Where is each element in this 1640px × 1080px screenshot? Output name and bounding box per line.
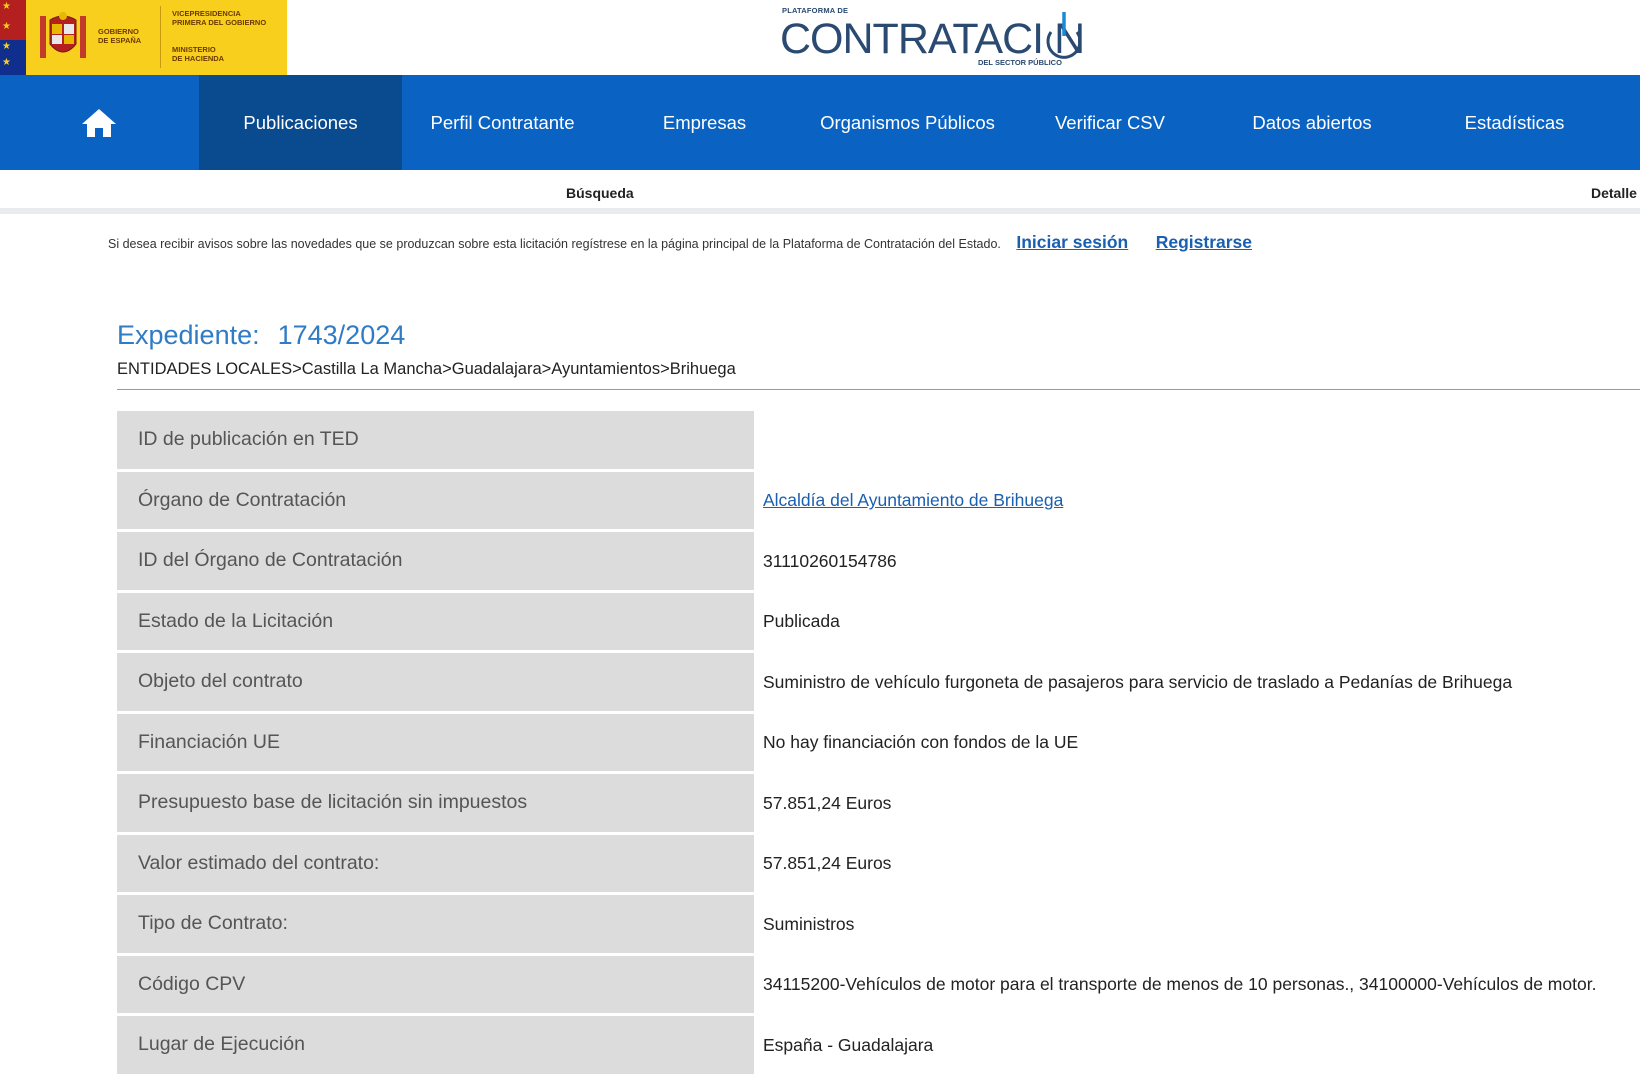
nav-empresas[interactable]: Empresas [603,75,806,170]
row-value: 57.851,24 Euros [763,792,892,813]
details-table: ID de publicación en TED Órgano de Contr… [117,411,1640,1077]
table-row: Presupuesto base de licitación sin impue… [117,774,1640,835]
table-row: Financiación UE No hay financiación con … [117,713,1640,775]
row-value: Suministro de vehículo furgoneta de pasa… [763,671,1513,692]
breadcrumb: ENTIDADES LOCALES>Castilla La Mancha>Gua… [117,360,736,378]
table-row: Lugar de Ejecución España - Guadalajara [117,1016,1640,1077]
home-button[interactable] [0,75,198,170]
expediente-number: 1743/2024 [277,320,406,350]
row-value: Publicada [763,611,840,632]
brand-main-text: CONTRATACI N [780,15,1085,63]
min-line-2: de Hacienda [172,53,225,63]
subnav-detalle[interactable]: Detalle [1591,185,1637,201]
table-row: Tipo de Contrato: Suministros [117,895,1640,956]
logo-separator [160,6,161,68]
home-icon [82,108,116,137]
brand-top-text: PLATAFORMA DE [782,6,849,15]
brand-sub-text: DEL SECTOR PÚBLICO [978,58,1062,67]
row-value: España - Guadalajara [763,1034,934,1055]
page-title: Expediente: 1743/2024 [117,320,405,351]
row-label: Código CPV [117,955,754,1013]
table-row: Objeto del contrato Suministro de vehícu… [117,653,1640,714]
table-row: Código CPV 34115200-Vehículos de motor p… [117,955,1640,1017]
government-logo[interactable]: ★ ★ ★ ★ Gobierno de España Vicepresidenc… [0,0,287,75]
row-label: Presupuesto base de licitación sin impue… [117,774,754,832]
coat-of-arms-icon [40,12,86,58]
table-row: ID de publicación en TED [117,411,1640,472]
subnav-busqueda[interactable]: Búsqueda [566,185,634,201]
vice-line-2: Primera del Gobierno [172,17,267,27]
row-label: ID de publicación en TED [117,411,754,469]
login-link[interactable]: Iniciar sesión [1016,232,1128,252]
nav-verificar-csv[interactable]: Verificar CSV [1009,75,1211,170]
gov-line-2: de España [98,35,142,45]
row-value: 34115200-Vehículos de motor para el tran… [763,974,1597,995]
row-label: Lugar de Ejecución [117,1016,754,1074]
notice-bar: Si desea recibir avisos sobre las noveda… [108,232,1252,253]
sub-nav: Búsqueda Detalle [0,170,1640,214]
row-value: 31110260154786 [763,550,897,571]
row-label: Estado de la Licitación [117,592,754,650]
table-row: Valor estimado del contrato: 57.851,24 E… [117,834,1640,896]
table-row: Órgano de Contratación Alcaldía del Ayun… [117,471,1640,533]
nav-publicaciones[interactable]: Publicaciones [199,75,402,170]
nav-datos-abiertos[interactable]: Datos abiertos [1211,75,1413,170]
row-label: Tipo de Contrato: [117,895,754,953]
main-nav: Publicaciones Perfil Contratante Empresa… [0,75,1640,170]
notice-text: Si desea recibir avisos sobre las noveda… [108,237,1001,251]
row-value: Suministros [763,913,855,934]
nav-organismos-publicos[interactable]: Organismos Públicos [806,75,1009,170]
table-row: Estado de la Licitación Publicada [117,592,1640,654]
row-value: Alcaldía del Ayuntamiento de Brihuega [763,472,1640,530]
row-label: Financiación UE [117,713,754,771]
row-value: No hay financiación con fondos de la UE [763,732,1079,753]
eu-flag-strip: ★ ★ ★ ★ [0,0,26,75]
row-label: Órgano de Contratación [117,471,754,529]
platform-logo[interactable]: PLATAFORMA DE CONTRATACI N DEL SECTOR PÚ… [780,2,1110,72]
register-link[interactable]: Registrarse [1156,232,1252,252]
row-label: Valor estimado del contrato: [117,834,754,892]
table-row: ID del Órgano de Contratación 3111026015… [117,532,1640,593]
row-label: ID del Órgano de Contratación [117,532,754,590]
nav-perfil-contratante[interactable]: Perfil Contratante [402,75,603,170]
organo-contratacion-link[interactable]: Alcaldía del Ayuntamiento de Brihuega [763,489,1063,511]
expediente-label: Expediente: [117,320,260,350]
row-value: 57.851,24 Euros [763,853,892,874]
row-label: Objeto del contrato [117,653,754,711]
site-header: ★ ★ ★ ★ Gobierno de España Vicepresidenc… [0,0,1640,75]
title-divider [117,389,1640,390]
row-value [763,411,1640,469]
nav-estadisticas[interactable]: Estadísticas [1413,75,1616,170]
